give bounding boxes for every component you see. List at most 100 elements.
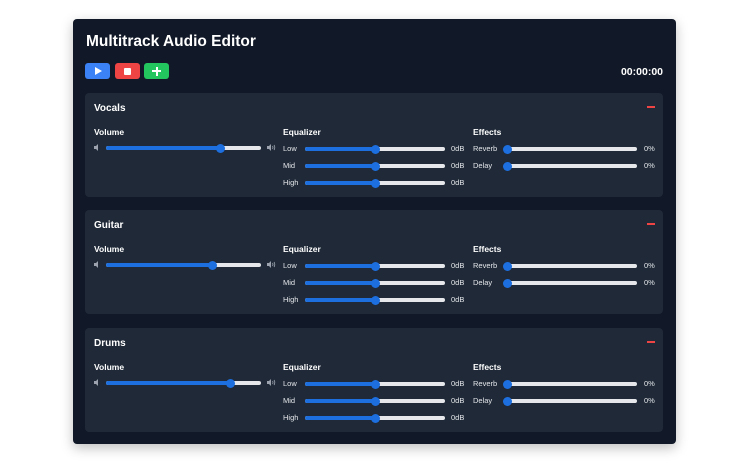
fx-reverb-value: 0%	[644, 144, 655, 153]
eq-mid-label: Mid	[283, 396, 296, 405]
track-drums: Drums Volume Equalizer Effects Low 0dB Mid 0dB H…	[85, 328, 663, 432]
fx-reverb-slider[interactable]	[502, 261, 637, 271]
fx-delay-label: Delay	[473, 161, 493, 170]
fx-delay-value: 0%	[644, 396, 655, 405]
eq-high-label: High	[283, 178, 299, 187]
equalizer-heading: Equalizer	[283, 244, 321, 254]
stop-icon	[124, 67, 131, 75]
eq-high-slider-thumb[interactable]	[370, 178, 380, 188]
eq-low-slider-thumb[interactable]	[370, 144, 380, 154]
eq-low-value: 0dB	[451, 379, 465, 388]
eq-high-slider-fill	[305, 416, 375, 420]
volume-low-icon	[94, 261, 102, 268]
volume-low-icon	[94, 144, 102, 151]
fx-delay-slider[interactable]	[502, 396, 637, 406]
volume-slider-fill	[106, 381, 230, 385]
eq-mid-value: 0dB	[451, 161, 465, 170]
volume-slider[interactable]	[106, 143, 261, 153]
volume-high-icon	[267, 261, 276, 268]
volume-slider[interactable]	[106, 378, 261, 388]
volume-slider-thumb[interactable]	[225, 378, 235, 388]
equalizer-heading: Equalizer	[283, 362, 321, 372]
eq-high-slider-fill	[305, 298, 375, 302]
eq-high-value: 0dB	[451, 295, 465, 304]
effects-heading: Effects	[473, 244, 502, 254]
fx-delay-slider[interactable]	[502, 278, 637, 288]
eq-high-slider-thumb[interactable]	[370, 413, 380, 423]
volume-slider[interactable]	[106, 260, 261, 270]
eq-mid-slider-fill	[305, 164, 375, 168]
page-title: Multitrack Audio Editor	[86, 33, 256, 50]
fx-reverb-label: Reverb	[473, 144, 498, 153]
eq-mid-slider-thumb[interactable]	[370, 278, 380, 288]
remove-track-button[interactable]	[647, 341, 655, 343]
track-vocals: Vocals Volume Equalizer Effects Low 0dB Mid 0dB…	[85, 93, 663, 197]
volume-heading: Volume	[94, 362, 125, 372]
fx-delay-slider[interactable]	[502, 161, 637, 171]
eq-high-label: High	[283, 413, 299, 422]
add-track-button[interactable]	[144, 63, 169, 79]
equalizer-heading: Equalizer	[283, 127, 321, 137]
editor-panel: Multitrack Audio Editor 00:00:00 Vocals V…	[73, 19, 676, 444]
eq-high-label: High	[283, 295, 299, 304]
eq-mid-label: Mid	[283, 278, 296, 287]
eq-high-slider-thumb[interactable]	[370, 295, 380, 305]
volume-slider-thumb[interactable]	[208, 260, 218, 270]
eq-high-slider[interactable]	[305, 413, 445, 423]
eq-mid-slider-thumb[interactable]	[370, 396, 380, 406]
eq-low-slider[interactable]	[305, 261, 445, 271]
fx-reverb-slider-thumb[interactable]	[502, 261, 512, 271]
eq-low-value: 0dB	[451, 261, 465, 270]
fx-delay-label: Delay	[473, 396, 493, 405]
track-name: Guitar	[94, 220, 124, 231]
fx-reverb-label: Reverb	[473, 261, 498, 270]
track-guitar: Guitar Volume Equalizer Effects Low 0dB Mid 0dB…	[85, 210, 663, 314]
eq-high-slider[interactable]	[305, 178, 445, 188]
track-name: Vocals	[94, 103, 126, 114]
eq-low-slider-thumb[interactable]	[370, 379, 380, 389]
time-display: 00:00:00	[620, 66, 663, 78]
remove-track-button[interactable]	[647, 106, 655, 108]
fx-delay-slider-thumb[interactable]	[502, 278, 512, 288]
volume-heading: Volume	[94, 127, 125, 137]
volume-slider-fill	[106, 146, 221, 150]
volume-low-icon	[94, 379, 102, 386]
eq-mid-slider[interactable]	[305, 161, 445, 171]
volume-heading: Volume	[94, 244, 125, 254]
fx-reverb-value: 0%	[644, 261, 655, 270]
remove-track-button[interactable]	[647, 223, 655, 225]
eq-mid-label: Mid	[283, 161, 296, 170]
eq-mid-slider[interactable]	[305, 278, 445, 288]
stop-button[interactable]	[115, 63, 140, 79]
eq-mid-value: 0dB	[451, 396, 465, 405]
eq-mid-slider-fill	[305, 399, 375, 403]
volume-high-icon	[267, 379, 276, 386]
fx-reverb-slider[interactable]	[502, 144, 637, 154]
eq-low-label: Low	[283, 379, 297, 388]
eq-high-value: 0dB	[451, 413, 465, 422]
fx-reverb-slider[interactable]	[502, 379, 637, 389]
play-icon	[95, 67, 102, 75]
eq-low-label: Low	[283, 144, 297, 153]
track-name: Drums	[94, 338, 126, 349]
play-button[interactable]	[85, 63, 110, 79]
volume-slider-fill	[106, 263, 213, 267]
effects-heading: Effects	[473, 362, 502, 372]
eq-high-slider[interactable]	[305, 295, 445, 305]
eq-mid-slider[interactable]	[305, 396, 445, 406]
fx-reverb-label: Reverb	[473, 379, 498, 388]
eq-low-slider[interactable]	[305, 379, 445, 389]
eq-high-value: 0dB	[451, 178, 465, 187]
fx-delay-label: Delay	[473, 278, 493, 287]
volume-high-icon	[267, 144, 276, 151]
fx-reverb-slider-thumb[interactable]	[502, 379, 512, 389]
volume-slider-thumb[interactable]	[216, 143, 226, 153]
fx-reverb-slider-thumb[interactable]	[502, 144, 512, 154]
eq-low-slider-thumb[interactable]	[370, 261, 380, 271]
fx-delay-slider-thumb[interactable]	[502, 396, 512, 406]
fx-delay-slider-thumb[interactable]	[502, 161, 512, 171]
eq-mid-value: 0dB	[451, 278, 465, 287]
eq-mid-slider-thumb[interactable]	[370, 161, 380, 171]
eq-low-slider[interactable]	[305, 144, 445, 154]
fx-reverb-value: 0%	[644, 379, 655, 388]
